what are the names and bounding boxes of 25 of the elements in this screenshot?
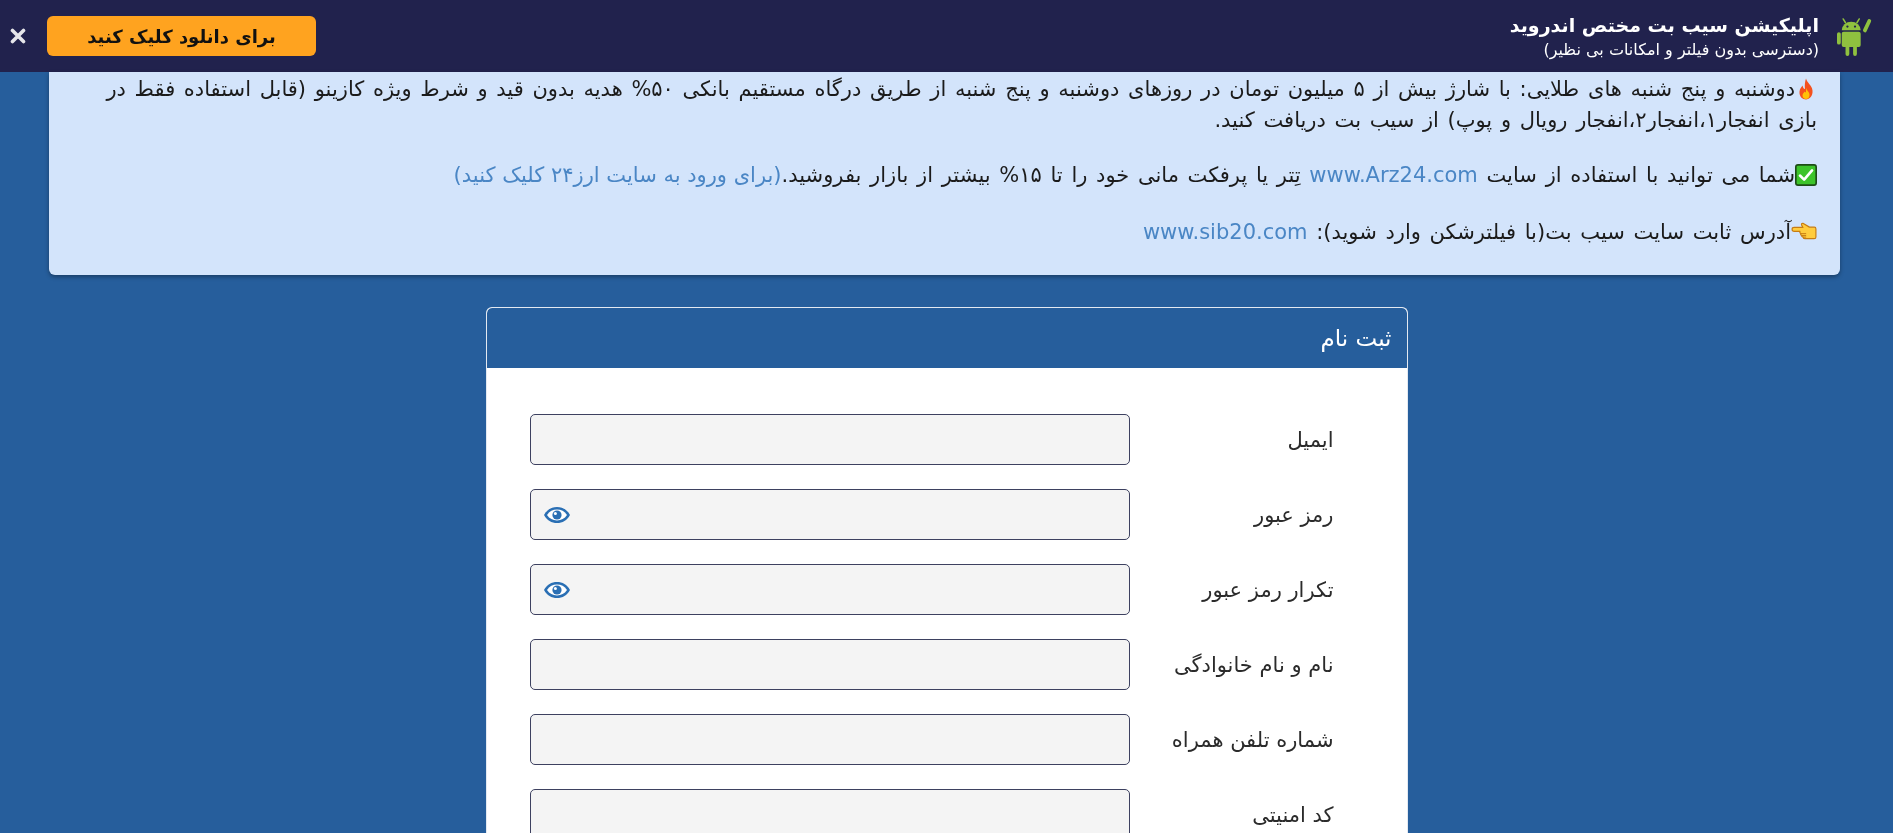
- check-icon: [1795, 164, 1817, 186]
- info-paragraph: دوشنبه و پنج شنبه های طلایی: با شارژ بیش از ۵ میلیون تومان در روزهای دوشنبه و پنج شنبه از طریق درگاه مستقیم بانکی ۵۰% هدیه بدون قید و شرط ویژه کازینو (قابل استفاده فقط در بازی انفجار۱،انفجار۲،انفجار رویال و پوپ) از سیب بت دریافت کنید.: [104, 76, 1817, 134]
- field-label: کد امنیتی: [1251, 802, 1335, 827]
- link[interactable]: (برای ورود به سایت ارز۲۴ کلیک کنید): [453, 163, 782, 187]
- password-field[interactable]: [529, 489, 1130, 540]
- password-field[interactable]: [529, 564, 1130, 615]
- pointing-hand-icon: [1791, 222, 1817, 242]
- download-button[interactable]: برای دانلود کلیک کنید: [47, 16, 316, 56]
- form-title: ثبت نام: [1320, 325, 1392, 351]
- field-label: ایمیل: [1286, 427, 1335, 452]
- input-field[interactable]: [529, 789, 1130, 833]
- eye-icon[interactable]: [542, 580, 571, 599]
- link[interactable]: www.Arz24.com: [1309, 163, 1478, 187]
- field-label: تکرار رمز عبور: [1200, 577, 1335, 602]
- eye-icon[interactable]: [542, 505, 571, 524]
- field-label: رمز عبور: [1252, 502, 1335, 527]
- input-field[interactable]: [529, 414, 1130, 465]
- input-field[interactable]: [529, 714, 1130, 765]
- banner-title: اپلیکیشن سیب بت مختص اندروید: [1509, 13, 1819, 38]
- banner-subtitle: (دسترسی بدون فیلتر و امکانات بی نظیر): [1543, 40, 1819, 59]
- close-icon[interactable]: [10, 28, 26, 44]
- field-label: شماره تلفن همراه: [1170, 727, 1335, 752]
- field-label: نام و نام خانوادگی: [1173, 652, 1335, 677]
- input-field[interactable]: [529, 639, 1130, 690]
- link[interactable]: www.sib20.com: [1142, 220, 1308, 244]
